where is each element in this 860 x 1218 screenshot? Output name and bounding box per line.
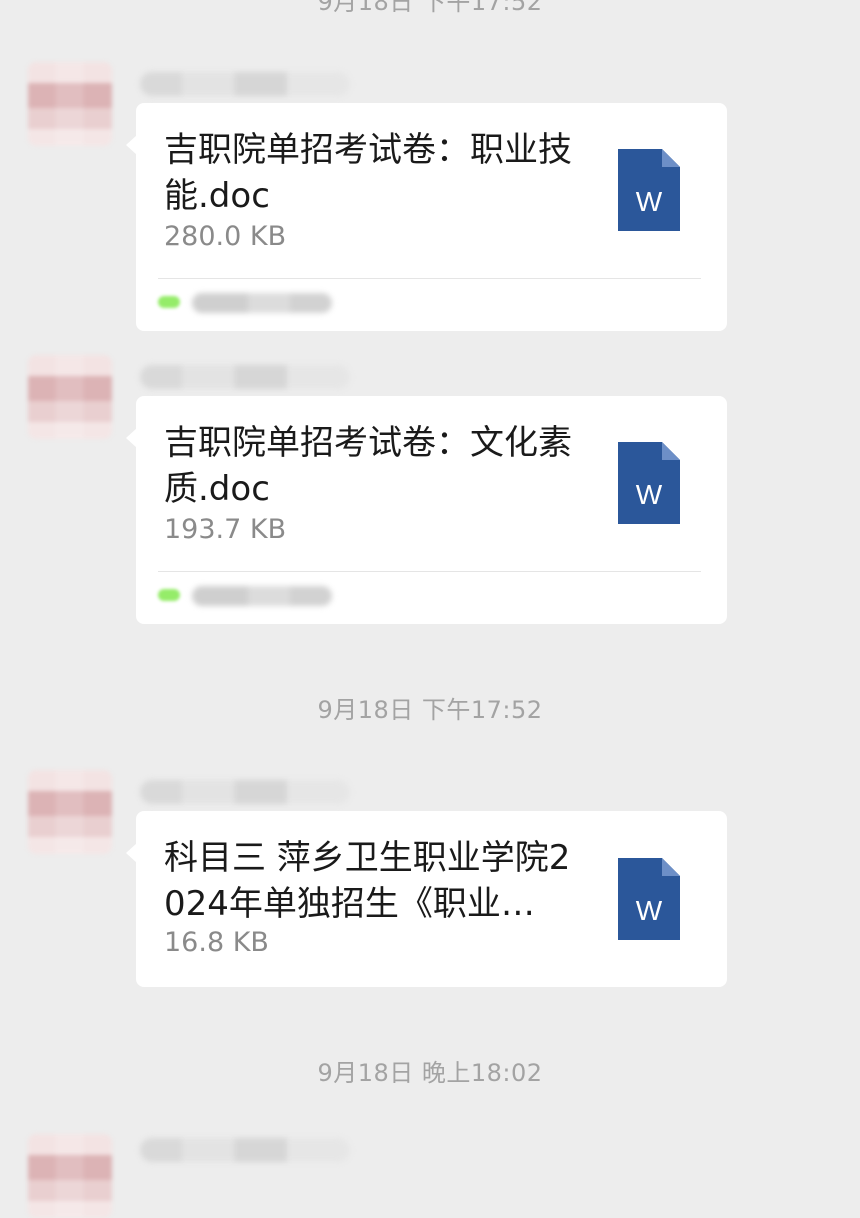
card-divider	[158, 571, 701, 572]
timestamp-top: 9月18日 下午17:52	[317, 0, 543, 16]
svg-text:W: W	[636, 186, 663, 217]
word-document-icon: W	[618, 442, 680, 524]
avatar[interactable]	[28, 770, 112, 854]
word-document-icon: W	[618, 858, 680, 940]
timestamp: 9月18日 晚上18:02	[317, 1059, 543, 1087]
svg-text:W: W	[636, 479, 663, 510]
file-name: 吉职院单招考试卷：职业技能.doc	[164, 130, 572, 216]
file-message-card[interactable]: 吉职院单招考试卷：职业技能.doc 280.0 KB W	[136, 103, 727, 331]
file-message-card[interactable]: 科目三 萍乡卫生职业学院2024年单独招生《职业… 16.8 KB W	[136, 811, 727, 987]
word-document-icon: W	[618, 149, 680, 231]
avatar[interactable]	[28, 355, 112, 439]
svg-text:W: W	[636, 895, 663, 926]
source-app-icon	[158, 296, 180, 308]
avatar[interactable]	[28, 62, 112, 146]
sender-name	[140, 1138, 350, 1162]
sender-name	[140, 72, 350, 96]
sender-name	[140, 365, 350, 389]
source-app-label	[192, 586, 332, 606]
source-app-icon	[158, 589, 180, 601]
source-app-label	[192, 293, 332, 313]
file-size: 193.7 KB	[164, 514, 287, 545]
file-message-card[interactable]: 吉职院单招考试卷：文化素质.doc 193.7 KB W	[136, 396, 727, 624]
card-divider	[158, 278, 701, 279]
timestamp: 9月18日 下午17:52	[317, 696, 543, 724]
file-size: 16.8 KB	[164, 927, 269, 958]
avatar[interactable]	[28, 1134, 112, 1218]
file-size: 280.0 KB	[164, 221, 287, 252]
file-name: 科目三 萍乡卫生职业学院2024年单独招生《职业…	[164, 838, 571, 924]
sender-name	[140, 780, 350, 804]
file-name: 吉职院单招考试卷：文化素质.doc	[164, 423, 572, 509]
